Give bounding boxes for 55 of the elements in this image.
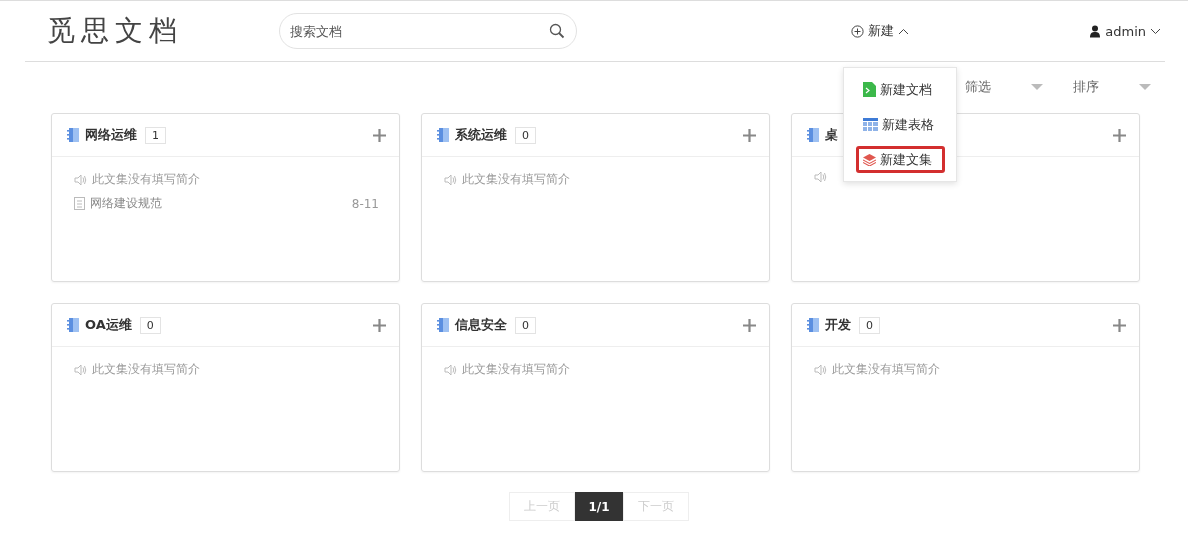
speaker-icon	[814, 363, 827, 376]
doc-count: 1	[145, 126, 166, 144]
user-icon	[1089, 24, 1102, 38]
filter-dropdown[interactable]: 筛选	[965, 76, 1043, 98]
caret-down-icon	[1031, 84, 1043, 90]
notebook-icon	[437, 318, 449, 332]
add-icon[interactable]	[743, 128, 756, 142]
collection-title[interactable]: 信息安全	[455, 316, 507, 334]
doc-count: 0	[859, 316, 880, 334]
site-logo[interactable]: 觅思文档	[47, 12, 183, 50]
collection-title[interactable]: 开发	[825, 316, 851, 334]
doc-count: 0	[515, 316, 536, 334]
search-field[interactable]: 搜索文档	[279, 13, 577, 49]
document-date: 8-11	[351, 196, 379, 211]
document-icon	[74, 197, 85, 210]
caret-down-icon	[1139, 84, 1151, 90]
document-icon	[862, 82, 876, 97]
search-icon[interactable]	[549, 23, 565, 39]
collection-intro: 此文集没有填写简介	[462, 361, 570, 378]
plus-circle-icon	[851, 24, 865, 38]
collection-title[interactable]: 系统运维	[455, 126, 507, 144]
collection-intro: 此文集没有填写简介	[92, 171, 200, 188]
doc-count: 0	[139, 316, 161, 334]
chevron-down-icon	[1150, 27, 1161, 35]
collection-intro: 此文集没有填写简介	[462, 171, 570, 188]
add-icon[interactable]	[1113, 128, 1126, 142]
collection-title[interactable]: 桌	[825, 126, 838, 144]
collection-intro: 此文集没有填写简介	[92, 361, 200, 378]
speaker-icon	[74, 363, 87, 376]
menu-item[interactable]: 新建文集	[855, 146, 945, 173]
notebook-icon	[67, 318, 79, 332]
notebook-icon	[437, 128, 449, 142]
table-icon	[862, 118, 878, 131]
sort-dropdown[interactable]: 排序	[1073, 76, 1151, 98]
notebook-icon	[67, 128, 79, 142]
doc-count: 0	[515, 126, 536, 144]
new-button[interactable]: 新建	[851, 22, 910, 40]
collection-title[interactable]: 网络运维	[85, 126, 137, 144]
add-icon[interactable]	[373, 318, 386, 332]
user-menu-button[interactable]: admin	[1089, 23, 1161, 39]
add-icon[interactable]	[1113, 318, 1126, 332]
speaker-icon	[814, 171, 827, 183]
document-link[interactable]: 网络建设规范	[90, 195, 162, 212]
current-page: 1/1	[575, 492, 623, 521]
chevron-icon	[898, 27, 910, 35]
layers-icon	[862, 153, 876, 166]
speaker-icon	[74, 173, 87, 186]
add-icon[interactable]	[373, 128, 386, 142]
collection-title[interactable]: OA运维	[85, 316, 132, 334]
speaker-icon	[444, 363, 457, 376]
add-icon[interactable]	[743, 318, 756, 332]
speaker-icon	[444, 173, 457, 186]
notebook-icon	[807, 318, 819, 332]
notebook-icon	[807, 128, 819, 142]
collection-intro: 此文集没有填写简介	[832, 361, 940, 378]
